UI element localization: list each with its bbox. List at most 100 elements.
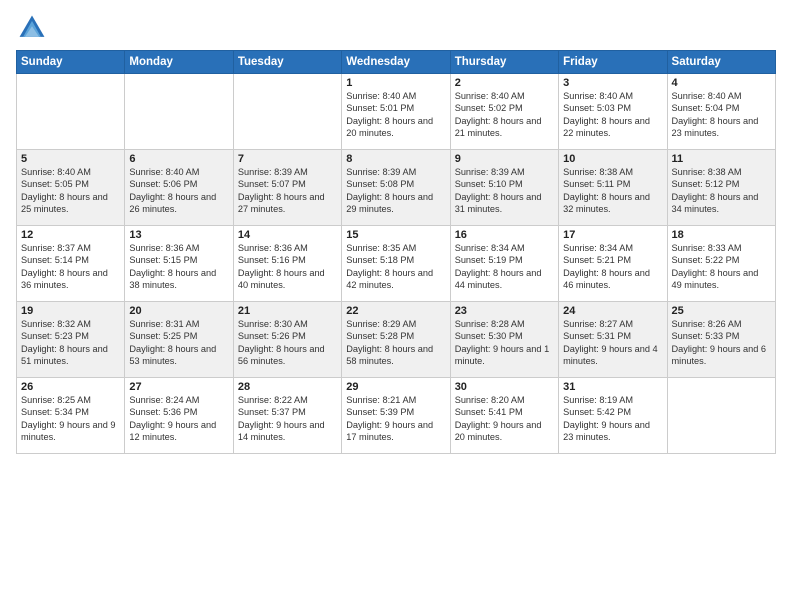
calendar-cell: 16Sunrise: 8:34 AM Sunset: 5:19 PM Dayli…	[450, 226, 558, 302]
calendar-cell: 18Sunrise: 8:33 AM Sunset: 5:22 PM Dayli…	[667, 226, 775, 302]
day-number: 28	[238, 381, 337, 393]
day-number: 22	[346, 305, 445, 317]
calendar-cell: 13Sunrise: 8:36 AM Sunset: 5:15 PM Dayli…	[125, 226, 233, 302]
day-number: 11	[672, 153, 771, 165]
day-number: 2	[455, 77, 554, 89]
day-number: 21	[238, 305, 337, 317]
calendar-table: SundayMondayTuesdayWednesdayThursdayFrid…	[16, 50, 776, 454]
day-number: 9	[455, 153, 554, 165]
calendar-cell: 21Sunrise: 8:30 AM Sunset: 5:26 PM Dayli…	[233, 302, 341, 378]
day-info: Sunrise: 8:35 AM Sunset: 5:18 PM Dayligh…	[346, 242, 445, 292]
day-number: 23	[455, 305, 554, 317]
calendar-header-monday: Monday	[125, 51, 233, 74]
calendar-cell: 10Sunrise: 8:38 AM Sunset: 5:11 PM Dayli…	[559, 150, 667, 226]
calendar-cell: 6Sunrise: 8:40 AM Sunset: 5:06 PM Daylig…	[125, 150, 233, 226]
day-number: 12	[21, 229, 120, 241]
calendar-week-row: 5Sunrise: 8:40 AM Sunset: 5:05 PM Daylig…	[17, 150, 776, 226]
day-number: 7	[238, 153, 337, 165]
day-info: Sunrise: 8:34 AM Sunset: 5:19 PM Dayligh…	[455, 242, 554, 292]
calendar-cell: 7Sunrise: 8:39 AM Sunset: 5:07 PM Daylig…	[233, 150, 341, 226]
day-info: Sunrise: 8:19 AM Sunset: 5:42 PM Dayligh…	[563, 394, 662, 444]
day-number: 10	[563, 153, 662, 165]
calendar-cell: 2Sunrise: 8:40 AM Sunset: 5:02 PM Daylig…	[450, 74, 558, 150]
day-number: 25	[672, 305, 771, 317]
page: SundayMondayTuesdayWednesdayThursdayFrid…	[0, 0, 792, 612]
day-info: Sunrise: 8:36 AM Sunset: 5:15 PM Dayligh…	[129, 242, 228, 292]
calendar-cell: 12Sunrise: 8:37 AM Sunset: 5:14 PM Dayli…	[17, 226, 125, 302]
day-info: Sunrise: 8:40 AM Sunset: 5:05 PM Dayligh…	[21, 166, 120, 216]
day-number: 13	[129, 229, 228, 241]
day-info: Sunrise: 8:32 AM Sunset: 5:23 PM Dayligh…	[21, 318, 120, 368]
day-number: 3	[563, 77, 662, 89]
calendar-week-row: 26Sunrise: 8:25 AM Sunset: 5:34 PM Dayli…	[17, 378, 776, 454]
day-number: 6	[129, 153, 228, 165]
day-info: Sunrise: 8:40 AM Sunset: 5:06 PM Dayligh…	[129, 166, 228, 216]
calendar-cell: 26Sunrise: 8:25 AM Sunset: 5:34 PM Dayli…	[17, 378, 125, 454]
calendar-header-thursday: Thursday	[450, 51, 558, 74]
day-info: Sunrise: 8:28 AM Sunset: 5:30 PM Dayligh…	[455, 318, 554, 368]
calendar-header-friday: Friday	[559, 51, 667, 74]
calendar-cell: 11Sunrise: 8:38 AM Sunset: 5:12 PM Dayli…	[667, 150, 775, 226]
calendar-week-row: 19Sunrise: 8:32 AM Sunset: 5:23 PM Dayli…	[17, 302, 776, 378]
day-info: Sunrise: 8:36 AM Sunset: 5:16 PM Dayligh…	[238, 242, 337, 292]
day-number: 5	[21, 153, 120, 165]
calendar-cell: 9Sunrise: 8:39 AM Sunset: 5:10 PM Daylig…	[450, 150, 558, 226]
calendar-cell: 5Sunrise: 8:40 AM Sunset: 5:05 PM Daylig…	[17, 150, 125, 226]
day-number: 30	[455, 381, 554, 393]
day-info: Sunrise: 8:40 AM Sunset: 5:03 PM Dayligh…	[563, 90, 662, 140]
day-info: Sunrise: 8:38 AM Sunset: 5:12 PM Dayligh…	[672, 166, 771, 216]
day-info: Sunrise: 8:31 AM Sunset: 5:25 PM Dayligh…	[129, 318, 228, 368]
day-info: Sunrise: 8:40 AM Sunset: 5:02 PM Dayligh…	[455, 90, 554, 140]
calendar-cell: 19Sunrise: 8:32 AM Sunset: 5:23 PM Dayli…	[17, 302, 125, 378]
day-number: 14	[238, 229, 337, 241]
calendar-header-row: SundayMondayTuesdayWednesdayThursdayFrid…	[17, 51, 776, 74]
day-info: Sunrise: 8:39 AM Sunset: 5:07 PM Dayligh…	[238, 166, 337, 216]
logo-icon	[16, 12, 48, 44]
calendar-header-wednesday: Wednesday	[342, 51, 450, 74]
day-info: Sunrise: 8:40 AM Sunset: 5:01 PM Dayligh…	[346, 90, 445, 140]
calendar-cell: 1Sunrise: 8:40 AM Sunset: 5:01 PM Daylig…	[342, 74, 450, 150]
day-info: Sunrise: 8:33 AM Sunset: 5:22 PM Dayligh…	[672, 242, 771, 292]
day-info: Sunrise: 8:29 AM Sunset: 5:28 PM Dayligh…	[346, 318, 445, 368]
calendar-cell	[125, 74, 233, 150]
day-number: 16	[455, 229, 554, 241]
calendar-header-tuesday: Tuesday	[233, 51, 341, 74]
day-number: 26	[21, 381, 120, 393]
day-info: Sunrise: 8:30 AM Sunset: 5:26 PM Dayligh…	[238, 318, 337, 368]
calendar-cell: 20Sunrise: 8:31 AM Sunset: 5:25 PM Dayli…	[125, 302, 233, 378]
calendar-cell: 31Sunrise: 8:19 AM Sunset: 5:42 PM Dayli…	[559, 378, 667, 454]
day-number: 15	[346, 229, 445, 241]
day-info: Sunrise: 8:37 AM Sunset: 5:14 PM Dayligh…	[21, 242, 120, 292]
calendar-cell: 24Sunrise: 8:27 AM Sunset: 5:31 PM Dayli…	[559, 302, 667, 378]
day-info: Sunrise: 8:25 AM Sunset: 5:34 PM Dayligh…	[21, 394, 120, 444]
calendar-cell: 29Sunrise: 8:21 AM Sunset: 5:39 PM Dayli…	[342, 378, 450, 454]
calendar-cell	[233, 74, 341, 150]
day-info: Sunrise: 8:39 AM Sunset: 5:10 PM Dayligh…	[455, 166, 554, 216]
calendar-cell: 25Sunrise: 8:26 AM Sunset: 5:33 PM Dayli…	[667, 302, 775, 378]
day-info: Sunrise: 8:20 AM Sunset: 5:41 PM Dayligh…	[455, 394, 554, 444]
day-number: 29	[346, 381, 445, 393]
day-number: 24	[563, 305, 662, 317]
day-number: 27	[129, 381, 228, 393]
day-info: Sunrise: 8:38 AM Sunset: 5:11 PM Dayligh…	[563, 166, 662, 216]
calendar-week-row: 1Sunrise: 8:40 AM Sunset: 5:01 PM Daylig…	[17, 74, 776, 150]
day-number: 18	[672, 229, 771, 241]
day-number: 19	[21, 305, 120, 317]
day-info: Sunrise: 8:26 AM Sunset: 5:33 PM Dayligh…	[672, 318, 771, 368]
calendar-cell: 17Sunrise: 8:34 AM Sunset: 5:21 PM Dayli…	[559, 226, 667, 302]
calendar-cell: 22Sunrise: 8:29 AM Sunset: 5:28 PM Dayli…	[342, 302, 450, 378]
calendar-cell: 14Sunrise: 8:36 AM Sunset: 5:16 PM Dayli…	[233, 226, 341, 302]
calendar-cell	[667, 378, 775, 454]
calendar-cell: 23Sunrise: 8:28 AM Sunset: 5:30 PM Dayli…	[450, 302, 558, 378]
day-info: Sunrise: 8:22 AM Sunset: 5:37 PM Dayligh…	[238, 394, 337, 444]
day-number: 1	[346, 77, 445, 89]
calendar-header-sunday: Sunday	[17, 51, 125, 74]
day-number: 31	[563, 381, 662, 393]
calendar-cell: 27Sunrise: 8:24 AM Sunset: 5:36 PM Dayli…	[125, 378, 233, 454]
day-info: Sunrise: 8:21 AM Sunset: 5:39 PM Dayligh…	[346, 394, 445, 444]
calendar-cell	[17, 74, 125, 150]
calendar-cell: 15Sunrise: 8:35 AM Sunset: 5:18 PM Dayli…	[342, 226, 450, 302]
day-info: Sunrise: 8:27 AM Sunset: 5:31 PM Dayligh…	[563, 318, 662, 368]
day-info: Sunrise: 8:24 AM Sunset: 5:36 PM Dayligh…	[129, 394, 228, 444]
calendar-header-saturday: Saturday	[667, 51, 775, 74]
